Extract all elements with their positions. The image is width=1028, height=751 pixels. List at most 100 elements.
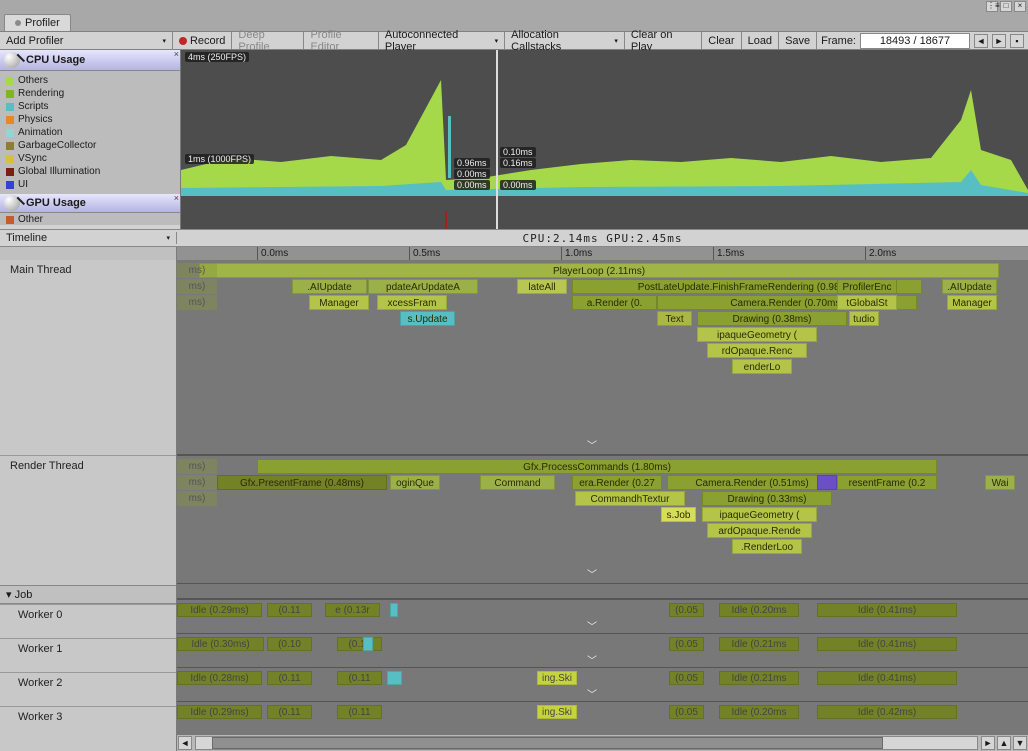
legend-item[interactable]: Scripts [6, 100, 174, 113]
timeline-bar[interactable]: Manager [309, 295, 369, 310]
close-icon[interactable]: × [174, 193, 179, 203]
timeline-bar[interactable]: (0.11 [267, 705, 312, 719]
timeline-bar[interactable]: (0.11 [267, 671, 312, 685]
timeline-bar[interactable]: enderLo [732, 359, 792, 374]
timeline-bar[interactable]: (0.11 [337, 705, 382, 719]
timeline-bar[interactable]: Gfx.ProcessCommands (1.80ms) [257, 459, 937, 474]
time-ruler[interactable]: 0.0ms0.5ms1.0ms1.5ms2.0ms [177, 247, 1028, 260]
timeline-bar[interactable]: Idle (0.29ms) [177, 603, 262, 617]
timeline-bar[interactable]: (0.05 [669, 705, 704, 719]
load-button[interactable]: Load [742, 32, 779, 49]
timeline-bar[interactable]: ms) [177, 459, 217, 474]
timeline-bar[interactable]: Manager [947, 295, 997, 310]
timeline-bar[interactable]: ProfilerEnc [837, 279, 897, 294]
timeline-bar[interactable]: Idle (0.41ms) [817, 637, 957, 651]
timeline-bar[interactable]: Idle (0.28ms) [177, 671, 262, 685]
timeline-bar[interactable]: Drawing (0.33ms) [702, 491, 832, 506]
timeline-bar[interactable]: ms) [177, 263, 217, 278]
timeline-bar[interactable]: Camera.Render (0.51ms) [667, 475, 837, 490]
timeline-bar[interactable]: ms) [177, 491, 217, 506]
timeline-bar[interactable]: (0.05 [669, 603, 704, 617]
timeline-bar[interactable]: tudio [849, 311, 879, 326]
frame-current-button[interactable]: ▪ [1010, 34, 1024, 48]
worker-timeline[interactable]: Idle (0.29ms) (0.11 e (0.13r (0.05 Idle (0.2… [177, 599, 1028, 633]
timeline-bar[interactable]: rdOpaque.Renc [707, 343, 807, 358]
timeline-bar[interactable]: era.Render (0.27 [572, 475, 662, 490]
timeline-bar[interactable]: s.Job [661, 507, 696, 522]
deep-profile-button[interactable]: Deep Profile [232, 32, 304, 49]
timeline-bar[interactable]: Wai [985, 475, 1015, 490]
timeline-bar[interactable]: (0.10 [267, 637, 312, 651]
legend-item[interactable]: Others [6, 74, 174, 87]
clear-on-play-button[interactable]: Clear on Play [625, 32, 702, 49]
timeline-bar[interactable]: Gfx.PresentFrame (0.48ms) [217, 475, 387, 490]
timeline-bar[interactable]: Idle (0.20ms [719, 603, 799, 617]
timeline-bar[interactable]: ing.Ski [537, 671, 577, 685]
allocation-callstacks-dropdown[interactable]: Allocation Callstacks [505, 32, 625, 49]
timeline-bar[interactable]: s.Update [400, 311, 455, 326]
timeline-bar[interactable]: xcessFram [377, 295, 447, 310]
window-menu-icon[interactable]: ⋮≡ [986, 1, 998, 12]
timeline-bar[interactable]: PlayerLoop (2.11ms) [199, 263, 999, 278]
view-mode-dropdown[interactable]: Timeline▾ [0, 232, 177, 244]
timeline-bar[interactable]: Idle (0.20ms [719, 705, 799, 719]
record-button[interactable]: Record [173, 32, 232, 49]
profiler-tab[interactable]: Profiler [4, 14, 71, 31]
timeline-bar[interactable]: .AIUpdate [942, 279, 997, 294]
timeline-bar[interactable]: (0.05 [669, 671, 704, 685]
horizontal-scrollbar[interactable] [195, 736, 978, 750]
scroll-down-button[interactable]: ▼ [1013, 736, 1027, 750]
legend-item[interactable]: VSync [6, 152, 174, 165]
timeline-bar[interactable]: Idle (0.21ms [719, 671, 799, 685]
timeline-bar[interactable]: ms) [177, 295, 217, 310]
timeline-bar[interactable]: Idle (0.41ms) [817, 603, 957, 617]
timeline-bar[interactable]: ing.Ski [537, 705, 577, 719]
timeline-bar[interactable]: resentFrame (0.2 [837, 475, 937, 490]
timeline-bar[interactable] [817, 475, 837, 490]
timeline-bar[interactable]: a.Render (0. [572, 295, 657, 310]
render-thread-timeline[interactable]: ﹀ Gfx.ProcessCommands (1.80ms)Gfx.Presen… [177, 454, 1028, 583]
window-close-icon[interactable]: × [1014, 1, 1026, 12]
scroll-up-button[interactable]: ▲ [997, 736, 1011, 750]
timeline-bar[interactable]: .RenderLoo [732, 539, 802, 554]
legend-item[interactable]: GarbageCollector [6, 139, 174, 152]
timeline-bar[interactable]: Text [657, 311, 692, 326]
timeline-bar[interactable]: Idle (0.21ms [719, 637, 799, 651]
add-profiler-dropdown[interactable]: Add Profiler [0, 32, 173, 49]
gpu-chart[interactable] [181, 196, 1028, 229]
scroll-right-button[interactable]: ► [981, 736, 995, 750]
timeline-bar[interactable] [363, 637, 373, 651]
legend-item[interactable]: Animation [6, 126, 174, 139]
frame-next-button[interactable]: ► [992, 34, 1006, 48]
timeline-bar[interactable]: e (0.13r [325, 603, 380, 617]
timeline-bar[interactable]: ms) [177, 475, 217, 490]
profile-editor-button[interactable]: Profile Editor [304, 32, 378, 49]
timeline-bar[interactable]: ardOpaque.Rende [707, 523, 812, 538]
timeline-bar[interactable]: (0.11 [337, 637, 382, 651]
timeline-bar[interactable] [387, 671, 402, 685]
frame-prev-button[interactable]: ◄ [974, 34, 988, 48]
main-thread-timeline[interactable]: ﹀ PlayerLoop (2.11ms).AIUpdatepdateArUpd… [177, 260, 1028, 454]
worker-timeline[interactable]: Idle (0.28ms) (0.11 (0.11 ing.Ski (0.05 Idle … [177, 667, 1028, 701]
clear-button[interactable]: Clear [702, 32, 741, 49]
timeline-bar[interactable]: tGlobalSt [837, 295, 897, 310]
frame-input[interactable]: 18493 / 18677 [860, 33, 970, 49]
gpu-usage-header[interactable]: GPU Usage × [0, 194, 180, 213]
timeline-bar[interactable]: lateAll [517, 279, 567, 294]
legend-item[interactable]: Rendering [6, 87, 174, 100]
save-button[interactable]: Save [779, 32, 817, 49]
legend-item[interactable]: Physics [6, 113, 174, 126]
worker-timeline[interactable]: Idle (0.30ms)(0.10(0.11(0.05Idle (0.21ms… [177, 633, 1028, 667]
timeline-bar[interactable]: Idle (0.41ms) [817, 671, 957, 685]
timeline-bar[interactable]: Idle (0.29ms) [177, 705, 262, 719]
cpu-usage-header[interactable]: CPU Usage × [0, 50, 180, 71]
timeline-bar[interactable]: Drawing (0.38ms) [697, 311, 847, 326]
scroll-left-button[interactable]: ◄ [178, 736, 192, 750]
timeline-bar[interactable]: (0.05 [669, 637, 704, 651]
autoconnected-dropdown[interactable]: Autoconnected Player [379, 32, 505, 49]
timeline-bar[interactable]: (0.11 [337, 671, 382, 685]
timeline-bar[interactable]: oginQue [390, 475, 440, 490]
cpu-chart[interactable]: 4ms (250FPS) 1ms (1000FPS) 0.96ms 0.00ms… [181, 50, 1028, 196]
timeline-bar[interactable]: (0.11 [267, 603, 312, 617]
legend-item[interactable]: UI [6, 178, 174, 191]
